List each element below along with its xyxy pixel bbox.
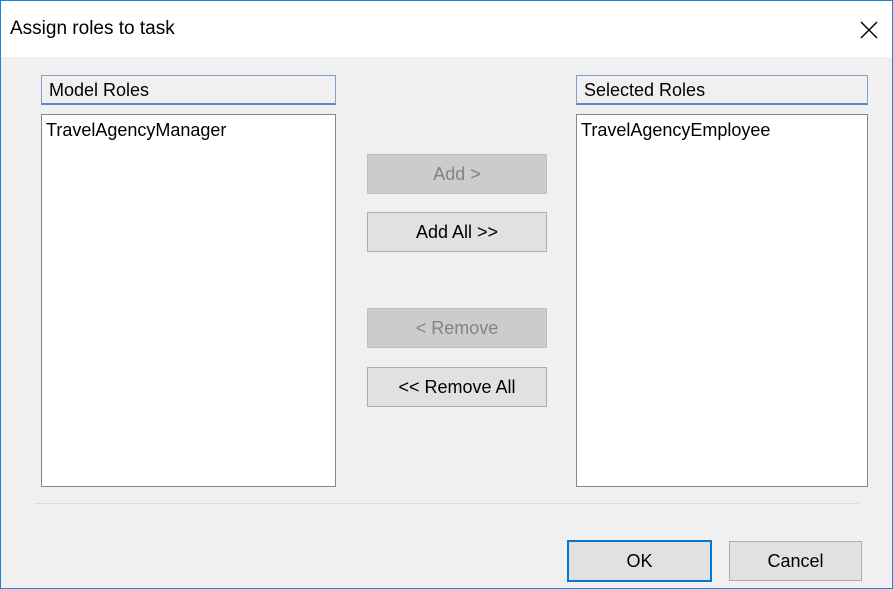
model-roles-header: Model Roles bbox=[41, 75, 336, 105]
remove-button[interactable]: < Remove bbox=[367, 308, 547, 348]
selected-roles-list[interactable]: TravelAgencyEmployee bbox=[576, 114, 868, 487]
ok-button[interactable]: OK bbox=[567, 540, 712, 582]
cancel-button[interactable]: Cancel bbox=[729, 541, 862, 581]
list-item[interactable]: TravelAgencyEmployee bbox=[581, 118, 863, 142]
remove-all-button[interactable]: << Remove All bbox=[367, 367, 547, 407]
separator bbox=[35, 503, 859, 504]
close-button[interactable] bbox=[846, 11, 892, 49]
add-button[interactable]: Add > bbox=[367, 154, 547, 194]
selected-roles-header: Selected Roles bbox=[576, 75, 868, 105]
add-all-button[interactable]: Add All >> bbox=[367, 212, 547, 252]
list-item[interactable]: TravelAgencyManager bbox=[46, 118, 331, 142]
model-roles-list[interactable]: TravelAgencyManager bbox=[41, 114, 336, 487]
dialog-title: Assign roles to task bbox=[10, 18, 175, 39]
assign-roles-dialog: Assign roles to task Model Roles TravelA… bbox=[0, 0, 893, 589]
title-bar: Assign roles to task bbox=[1, 1, 892, 57]
close-icon bbox=[860, 21, 878, 39]
